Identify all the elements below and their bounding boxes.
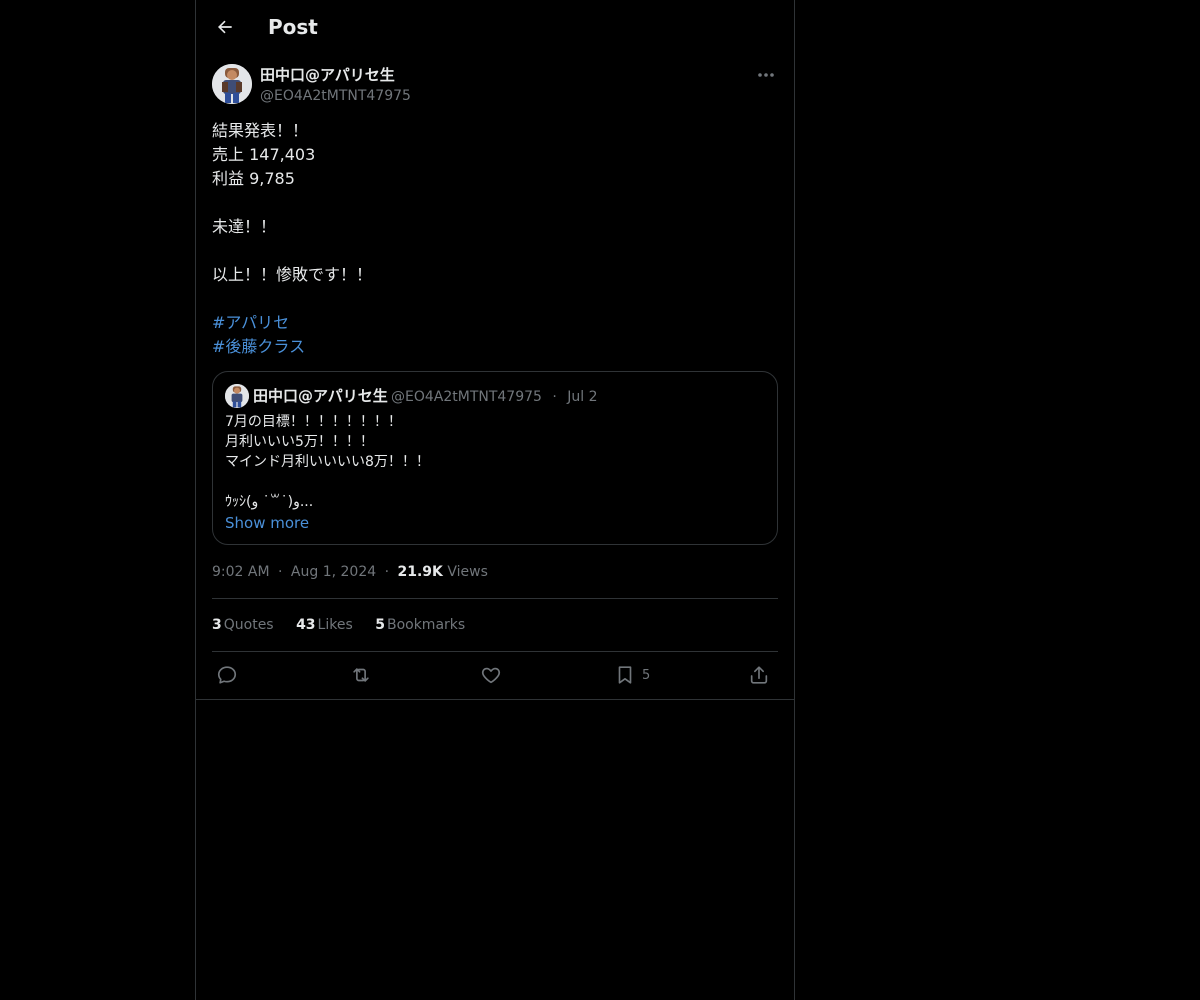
bookmark-button[interactable]: 5 <box>614 662 650 688</box>
quoted-text: 7月の目標！！！！！！！！ 月利いいい5万！！！！ マインド月利いいいい8万！！… <box>225 412 765 512</box>
quoted-post-card[interactable]: 田中口@アパリセ生 @EO4A2tMTNT47975 · Jul 2 7月の目標… <box>212 371 778 545</box>
heart-icon <box>481 667 501 684</box>
post-line: 利益 9,785 <box>212 169 295 188</box>
quoted-meta: @EO4A2tMTNT47975 · Jul 2 <box>391 387 598 407</box>
meta-separator: · <box>552 389 557 405</box>
page-header: Post <box>196 0 794 54</box>
quotes-stat[interactable]: 3 Quotes <box>212 617 274 633</box>
post-line <box>212 239 778 263</box>
author-handle[interactable]: @EO4A2tMTNT47975 <box>260 86 411 106</box>
quoted-line: 月利いいい5万！！！！ <box>225 434 374 450</box>
more-horizontal-icon <box>758 73 774 77</box>
quoted-line: ｳｯｼ(و ˙꒳˙)و... <box>225 494 314 510</box>
show-more-link[interactable]: Show more <box>225 513 309 533</box>
quoted-handle: @EO4A2tMTNT47975 <box>391 389 542 405</box>
author-row: 田中口@アパリセ生 @EO4A2tMTNT47975 <box>212 64 778 108</box>
post-line: 未達！！ <box>212 217 277 236</box>
views-label: Views <box>447 564 488 580</box>
likes-label: Likes <box>317 617 353 633</box>
quoted-date: Jul 2 <box>567 389 598 405</box>
likes-stat[interactable]: 43 Likes <box>296 617 353 633</box>
avatar[interactable] <box>212 64 252 104</box>
repost-button[interactable] <box>350 662 372 688</box>
share-button[interactable] <box>748 662 770 688</box>
post-line <box>212 287 778 311</box>
author-name[interactable]: 田中口@アパリセ生 <box>260 65 395 85</box>
bookmarks-count: 5 <box>375 617 385 633</box>
quoted-author-name: 田中口@アパリセ生 <box>253 387 388 405</box>
post-date[interactable]: Aug 1, 2024 <box>291 564 376 580</box>
repost-icon <box>353 668 369 682</box>
bookmark-count: 5 <box>642 667 651 683</box>
post-stats: 3 Quotes 43 Likes 5 Bookmarks <box>212 615 483 635</box>
post-time[interactable]: 9:02 AM <box>212 564 270 580</box>
divider <box>196 699 794 700</box>
post-line: 売上 147,403 <box>212 145 316 164</box>
divider <box>212 651 778 652</box>
divider <box>212 598 778 599</box>
quotes-count: 3 <box>212 617 222 633</box>
quotes-label: Quotes <box>223 617 274 633</box>
like-button[interactable] <box>480 662 502 688</box>
more-options-button[interactable] <box>754 64 778 86</box>
hashtag-link[interactable]: #アパリセ <box>212 311 778 335</box>
views-count: 21.9K <box>397 564 443 580</box>
avatar-image <box>212 64 252 104</box>
bookmarks-label: Bookmarks <box>386 617 466 633</box>
avatar-image <box>225 384 249 408</box>
meta-separator: · <box>278 564 283 580</box>
bookmarks-stat[interactable]: 5 Bookmarks <box>375 617 465 633</box>
action-bar: 5 <box>212 662 778 688</box>
quoted-line <box>225 472 765 492</box>
post-line: 結果発表！！ <box>212 121 309 140</box>
quoted-line: 7月の目標！！！！！！！！ <box>225 414 402 430</box>
post-timestamp: 9:02 AM · Aug 1, 2024 · 21.9K Views <box>212 562 488 582</box>
quoted-line: マインド月利いいいい8万！！！ <box>225 454 430 470</box>
page-title: Post <box>268 15 318 39</box>
quoted-avatar <box>225 384 249 408</box>
reply-button[interactable] <box>216 662 238 688</box>
post-text: 結果発表！！ 売上 147,403 利益 9,785 未達！！ 以上！！惨敗です… <box>212 119 778 359</box>
reply-icon <box>217 666 237 684</box>
share-icon <box>750 666 768 684</box>
back-button[interactable] <box>208 10 242 44</box>
post-column: Post 田中口@アパリセ生 @EO4A2tMTNT47975 結果発表！！ 売… <box>195 0 795 1000</box>
arrow-left-icon <box>218 20 232 34</box>
post-line: 以上！！惨敗です！！ <box>212 265 373 284</box>
bookmark-icon <box>618 666 632 684</box>
meta-separator: · <box>384 564 390 580</box>
likes-count: 43 <box>296 617 316 633</box>
hashtag-link[interactable]: #後藤クラス <box>212 335 778 359</box>
post-line <box>212 191 778 215</box>
